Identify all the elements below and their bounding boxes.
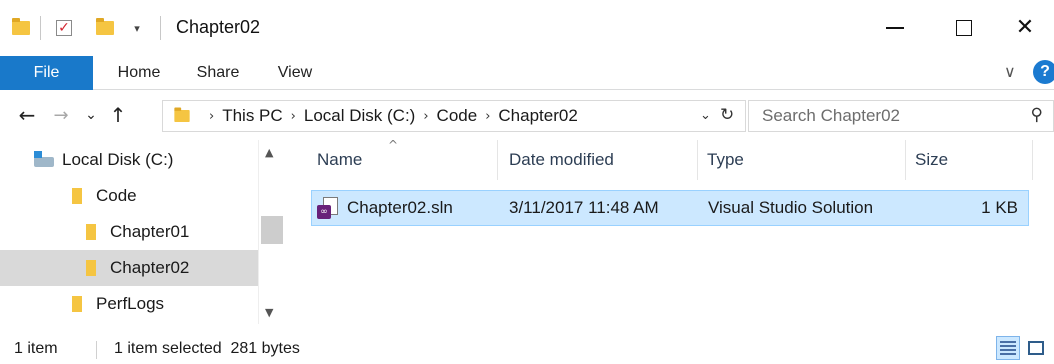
breadcrumb-code[interactable]: Code — [437, 106, 478, 126]
details-view-button[interactable] — [996, 336, 1020, 360]
search-icon[interactable]: ⚲ — [1031, 105, 1043, 125]
file-name: Chapter02.sln — [347, 198, 453, 217]
properties-check-icon[interactable]: ✓ — [52, 16, 76, 40]
column-header-size[interactable]: Size — [915, 140, 1015, 180]
column-header-date-modified[interactable]: Date modified — [509, 140, 689, 180]
folder-icon — [72, 188, 82, 204]
column-divider[interactable] — [1032, 140, 1033, 180]
recent-locations-button[interactable]: ⌄ — [82, 100, 100, 130]
maximize-button[interactable] — [935, 0, 993, 56]
back-arrow-icon: ← — [18, 103, 36, 127]
expand-ribbon-chevron-icon[interactable]: ∨ — [1004, 62, 1016, 81]
status-selection: 1 item selected 281 bytes — [114, 340, 300, 357]
title-divider — [160, 16, 161, 40]
tree-item-code[interactable]: Code — [0, 178, 258, 214]
file-row-selected[interactable]: ∞ Chapter02.sln 3/11/2017 11:48 AM Visua… — [311, 190, 1029, 226]
address-bar[interactable]: › This PC › Local Disk (C:) › Code › Cha… — [162, 100, 746, 132]
up-arrow-icon: ↑ — [109, 103, 127, 127]
breadcrumb-separator-icon: › — [423, 108, 429, 124]
navigation-bar: ← → ⌄ ↑ › This PC › Local Disk (C:) › Co… — [0, 90, 1054, 140]
quick-access-divider — [40, 16, 41, 40]
column-divider[interactable] — [697, 140, 698, 180]
status-item-count: 1 item — [14, 340, 58, 357]
minimize-icon — [886, 27, 904, 29]
breadcrumb-separator-icon: › — [485, 108, 491, 124]
column-header-label: Name — [317, 150, 363, 169]
column-header-label: Date modified — [509, 150, 614, 169]
breadcrumb-chapter02[interactable]: Chapter02 — [498, 106, 577, 126]
navigation-pane-scrollbar[interactable]: ▲ ▼ — [258, 140, 284, 324]
folder-icon — [86, 260, 96, 276]
help-icon[interactable]: ? — [1033, 60, 1054, 84]
tab-share[interactable]: Share — [180, 56, 256, 90]
status-bar: 1 item 1 item selected 281 bytes — [0, 334, 1054, 364]
column-header-name[interactable]: ^ Name — [317, 138, 497, 180]
details-view-icon — [1000, 341, 1016, 355]
tree-item-label: Chapter02 — [110, 258, 190, 277]
tree-item-label: Code — [96, 186, 137, 205]
title-bar: ✓ ▾ Chapter02 ✕ — [0, 0, 1054, 56]
visual-studio-solution-icon: ∞ — [317, 197, 339, 219]
tree-item-local-disk[interactable]: Local Disk (C:) — [0, 142, 258, 178]
minimize-button[interactable] — [866, 0, 924, 56]
file-date-modified: 3/11/2017 11:48 AM — [509, 198, 659, 217]
maximize-icon — [956, 20, 972, 36]
up-button[interactable]: ↑ — [106, 100, 130, 130]
tab-view[interactable]: View — [266, 56, 324, 90]
ribbon-tab-bar: File Home Share View ∨ ? — [0, 56, 1054, 90]
tree-item-perflogs[interactable]: PerfLogs — [0, 286, 258, 322]
tree-item-label: PerfLogs — [96, 294, 165, 313]
customize-quick-access-dropdown-icon[interactable]: ▾ — [130, 16, 144, 40]
scroll-up-icon[interactable]: ▲ — [265, 146, 273, 159]
drive-icon — [34, 151, 54, 167]
file-type: Visual Studio Solution — [708, 198, 874, 217]
tree-item-label: Local Disk (C:) — [62, 150, 174, 169]
new-folder-icon[interactable] — [94, 16, 116, 40]
file-name-cell: ∞ Chapter02.sln — [317, 191, 453, 225]
large-icons-view-button[interactable] — [1024, 336, 1048, 360]
column-header-label: Type — [707, 150, 744, 169]
column-divider[interactable] — [905, 140, 906, 180]
column-header-type[interactable]: Type — [707, 140, 897, 180]
breadcrumb-separator-icon: › — [290, 108, 296, 124]
tree-item-label: Chapter01 — [110, 222, 190, 241]
back-button[interactable]: ← — [14, 100, 40, 130]
close-icon: ✕ — [1015, 15, 1035, 40]
tree-item-chapter01[interactable]: Chapter01 — [0, 214, 258, 250]
file-size: 1 KB — [981, 198, 1018, 217]
scrollbar-thumb[interactable] — [261, 216, 283, 244]
file-list: ^ Name Date modified Type Size ∞ Chapter… — [286, 138, 1054, 324]
forward-button[interactable]: → — [48, 100, 74, 130]
chevron-down-icon: ⌄ — [85, 107, 97, 123]
breadcrumb-local-disk[interactable]: Local Disk (C:) — [304, 106, 415, 126]
search-box[interactable]: ⚲ — [748, 100, 1054, 132]
navigation-pane: Local Disk (C:) Code Chapter01 Chapter02… — [0, 140, 286, 324]
search-input[interactable] — [762, 106, 1012, 126]
folder-icon — [72, 296, 82, 312]
window-title: Chapter02 — [176, 17, 261, 37]
breadcrumb-this-pc[interactable]: This PC — [222, 106, 282, 126]
tree-item-chapter02[interactable]: Chapter02 — [0, 250, 258, 286]
folder-icon[interactable] — [10, 16, 32, 40]
folder-icon — [174, 107, 190, 122]
forward-arrow-icon: → — [53, 104, 69, 126]
column-divider[interactable] — [497, 140, 498, 180]
tab-home[interactable]: Home — [104, 56, 174, 90]
status-divider — [96, 341, 97, 359]
large-icons-view-icon — [1028, 341, 1044, 355]
address-dropdown-icon[interactable]: ⌄ — [700, 108, 711, 123]
scroll-down-icon[interactable]: ▼ — [265, 306, 273, 319]
folder-icon — [86, 224, 96, 240]
column-header-label: Size — [915, 150, 949, 169]
close-button[interactable]: ✕ — [996, 0, 1054, 56]
refresh-icon[interactable]: ↻ — [720, 105, 734, 125]
breadcrumb-separator-icon: › — [209, 108, 215, 124]
sort-ascending-icon: ^ — [388, 138, 399, 152]
tab-file[interactable]: File — [0, 56, 93, 90]
